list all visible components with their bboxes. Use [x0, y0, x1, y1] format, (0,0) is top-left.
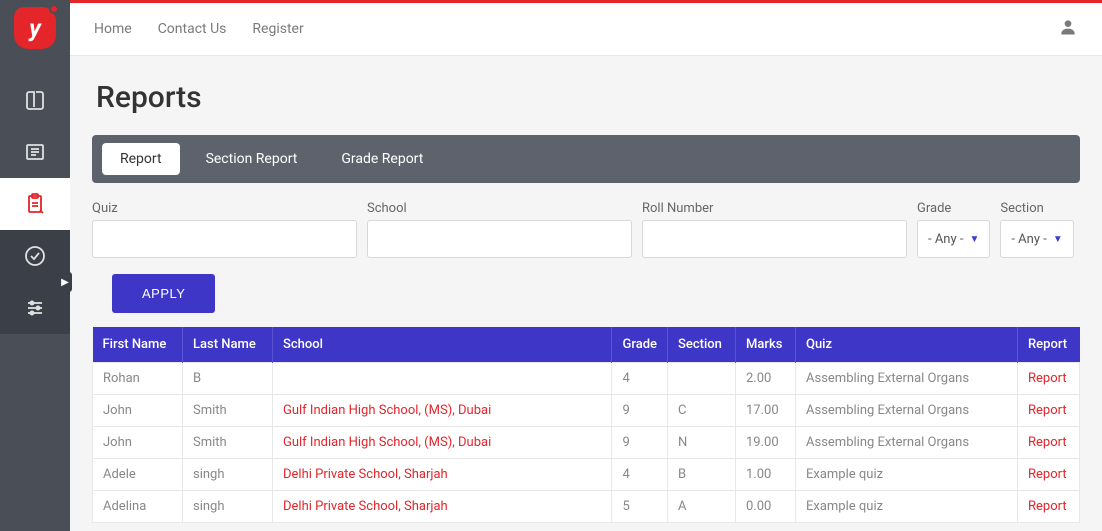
th-grade: Grade — [612, 327, 668, 363]
roll-label: Roll Number — [642, 201, 907, 216]
main-content: Reports Report Section Report Grade Repo… — [70, 56, 1102, 531]
sliders-icon — [23, 296, 47, 320]
cell-section: B — [668, 459, 736, 491]
cell-grade: 9 — [612, 395, 668, 427]
roll-input[interactable] — [642, 220, 907, 258]
tab-report[interactable]: Report — [102, 143, 180, 175]
cell-section — [668, 363, 736, 395]
table-row: JohnSmithGulf Indian High School, (MS), … — [93, 395, 1080, 427]
cell-quiz: Example quiz — [796, 491, 1018, 523]
th-report: Report — [1018, 327, 1080, 363]
school-label: School — [367, 201, 632, 216]
cell-report[interactable]: Report — [1018, 491, 1080, 523]
nav-register[interactable]: Register — [252, 21, 303, 37]
table-row: AdelesinghDelhi Private School, Sharjah4… — [93, 459, 1080, 491]
quiz-input[interactable] — [92, 220, 357, 258]
cell-last: singh — [183, 491, 273, 523]
table-row: JohnSmithGulf Indian High School, (MS), … — [93, 427, 1080, 459]
cell-section: C — [668, 395, 736, 427]
quiz-label: Quiz — [92, 201, 357, 216]
tab-section-report[interactable]: Section Report — [188, 143, 316, 175]
cell-last: Smith — [183, 395, 273, 427]
cell-grade: 4 — [612, 459, 668, 491]
cell-marks: 17.00 — [736, 395, 796, 427]
table-row: AdelinasinghDelhi Private School, Sharja… — [93, 491, 1080, 523]
topbar: Home Contact Us Register — [70, 0, 1102, 56]
chevron-down-icon: ▼ — [1053, 234, 1063, 245]
user-menu[interactable] — [1058, 17, 1078, 41]
cell-marks: 2.00 — [736, 363, 796, 395]
cell-school — [273, 363, 612, 395]
cell-last: Smith — [183, 427, 273, 459]
cell-school[interactable]: Delhi Private School, Sharjah — [273, 459, 612, 491]
cell-report[interactable]: Report — [1018, 395, 1080, 427]
list-icon — [23, 140, 47, 164]
cell-marks: 1.00 — [736, 459, 796, 491]
clipboard-edit-icon — [23, 192, 47, 216]
cell-quiz: Example quiz — [796, 459, 1018, 491]
cell-grade: 9 — [612, 427, 668, 459]
grade-select[interactable]: - Any - ▼ — [917, 220, 990, 258]
tab-grade-report[interactable]: Grade Report — [323, 143, 441, 175]
sidebar-item-reports[interactable] — [0, 178, 70, 230]
nav-contact[interactable]: Contact Us — [158, 21, 227, 37]
cell-first: John — [93, 427, 183, 459]
cell-first: John — [93, 395, 183, 427]
cell-section: A — [668, 491, 736, 523]
cell-quiz: Assembling External Organs — [796, 427, 1018, 459]
cell-grade: 4 — [612, 363, 668, 395]
cell-section: N — [668, 427, 736, 459]
cell-last: B — [183, 363, 273, 395]
cell-first: Adelina — [93, 491, 183, 523]
top-nav: Home Contact Us Register — [94, 21, 304, 37]
table-row: RohanB 4 2.00Assembling External OrgansRep… — [93, 363, 1080, 395]
sidebar-item-list[interactable] — [0, 126, 70, 178]
th-marks: Marks — [736, 327, 796, 363]
cell-grade: 5 — [612, 491, 668, 523]
cell-report[interactable]: Report — [1018, 363, 1080, 395]
sidebar: y ▶ — [0, 0, 70, 531]
th-first: First Name — [93, 327, 183, 363]
school-input[interactable] — [367, 220, 632, 258]
section-select[interactable]: - Any - ▼ — [1000, 220, 1073, 258]
nav-home[interactable]: Home — [94, 21, 132, 37]
cell-school[interactable]: Gulf Indian High School, (MS), Dubai — [273, 427, 612, 459]
cell-report[interactable]: Report — [1018, 427, 1080, 459]
user-icon — [1058, 17, 1078, 37]
results-table: First Name Last Name School Grade Sectio… — [92, 327, 1080, 523]
sidebar-group: ▶ — [0, 230, 70, 334]
apply-button[interactable]: APPLY — [112, 274, 215, 313]
tabs: Report Section Report Grade Report — [92, 135, 1080, 183]
cell-school[interactable]: Gulf Indian High School, (MS), Dubai — [273, 395, 612, 427]
page-title: Reports — [92, 80, 1080, 115]
logo[interactable]: y — [0, 0, 70, 56]
sidebar-item-library[interactable] — [0, 74, 70, 126]
th-last: Last Name — [183, 327, 273, 363]
check-circle-icon — [23, 244, 47, 268]
th-quiz: Quiz — [796, 327, 1018, 363]
grade-label: Grade — [917, 201, 990, 216]
grade-select-value: - Any - — [928, 232, 963, 247]
cell-first: Rohan — [93, 363, 183, 395]
cell-marks: 0.00 — [736, 491, 796, 523]
cell-marks: 19.00 — [736, 427, 796, 459]
section-select-value: - Any - — [1011, 232, 1046, 247]
cell-quiz: Assembling External Organs — [796, 395, 1018, 427]
cell-first: Adele — [93, 459, 183, 491]
cell-report[interactable]: Report — [1018, 459, 1080, 491]
chevron-down-icon: ▼ — [969, 234, 979, 245]
cell-school[interactable]: Delhi Private School, Sharjah — [273, 491, 612, 523]
filters: Quiz School Roll Number Grade - Any - ▼ … — [92, 201, 1080, 258]
th-school: School — [273, 327, 612, 363]
th-section: Section — [668, 327, 736, 363]
cell-last: singh — [183, 459, 273, 491]
book-icon — [23, 88, 47, 112]
cell-quiz: Assembling External Organs — [796, 363, 1018, 395]
section-label: Section — [1000, 201, 1073, 216]
